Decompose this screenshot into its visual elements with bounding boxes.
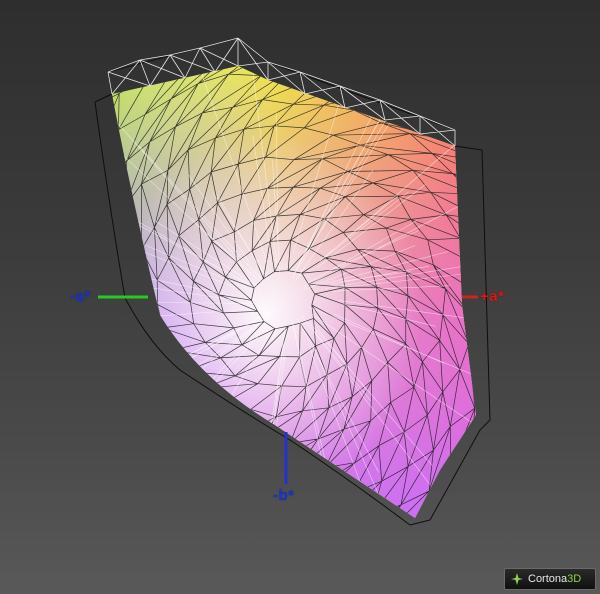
3d-viewport[interactable]: -a* +a* -b* Cortona3D xyxy=(0,0,600,594)
pos-a-axis-label: +a* xyxy=(480,288,505,305)
cortona3d-logo[interactable]: Cortona3D xyxy=(504,568,596,590)
logo-text: Cortona3D xyxy=(528,573,582,585)
neg-b-axis-label: -b* xyxy=(273,487,295,504)
neg-a-axis-label: -a* xyxy=(70,288,91,305)
cortona-logo-icon xyxy=(511,573,523,585)
